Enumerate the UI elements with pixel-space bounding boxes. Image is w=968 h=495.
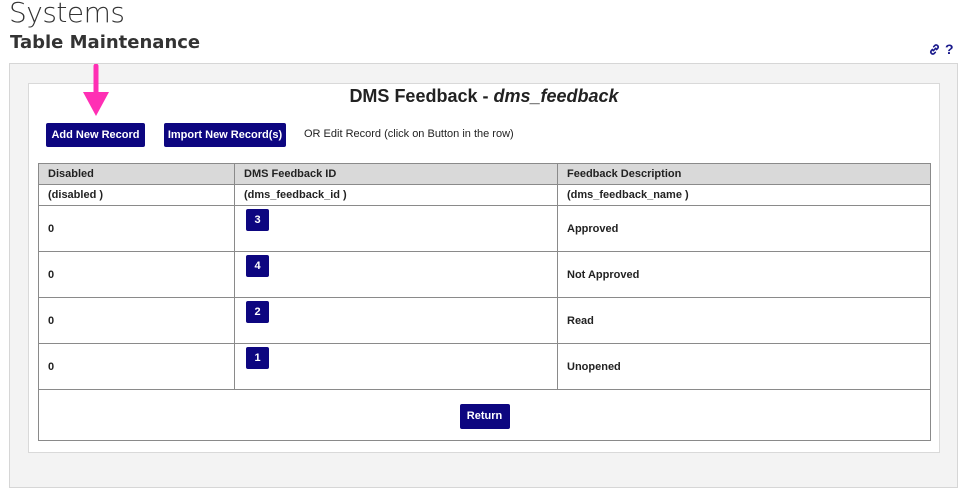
field-name-row: (disabled ) (dms_feedback_id ) (dms_feed… <box>38 184 931 206</box>
cell-description: Approved <box>557 205 931 252</box>
cell-disabled: 0 <box>38 251 235 298</box>
top-icons: ? <box>928 41 954 57</box>
cell-description: Not Approved <box>557 251 931 298</box>
cell-description: Unopened <box>557 343 931 390</box>
panel-heading: DMS Feedback - dms_feedback <box>0 86 968 107</box>
table-row: 0 3 Approved <box>38 205 931 252</box>
edit-record-button[interactable]: 4 <box>246 254 269 277</box>
table-header-row: Disabled DMS Feedback ID Feedback Descri… <box>38 163 931 185</box>
table-row: 0 4 Not Approved <box>38 251 931 298</box>
table-footer-row: Return <box>38 389 931 441</box>
edit-note: OR Edit Record (click on Button in the r… <box>304 128 514 140</box>
cell-id: 4 <box>234 251 558 298</box>
column-header-description: Feedback Description <box>557 163 931 185</box>
panel-heading-prefix: DMS Feedback - <box>349 86 494 106</box>
cell-disabled: 0 <box>38 297 235 344</box>
add-new-record-button[interactable]: Add New Record <box>46 123 145 147</box>
pointer-arrow-icon <box>83 64 109 116</box>
column-header-disabled: Disabled <box>38 163 235 185</box>
return-button[interactable]: Return <box>459 403 510 429</box>
link-icon[interactable] <box>928 43 941 56</box>
help-icon[interactable]: ? <box>945 41 954 57</box>
page-subtitle: Table Maintenance <box>10 32 201 53</box>
records-table: Disabled DMS Feedback ID Feedback Descri… <box>38 163 931 441</box>
cell-id: 3 <box>234 205 558 252</box>
cell-id: 1 <box>234 343 558 390</box>
table-row: 0 2 Read <box>38 297 931 344</box>
footer-cell: Return <box>38 389 931 441</box>
cell-description: Read <box>557 297 931 344</box>
table-row: 0 1 Unopened <box>38 343 931 390</box>
field-name-disabled: (disabled ) <box>38 184 235 206</box>
cell-disabled: 0 <box>38 205 235 252</box>
field-name-id: (dms_feedback_id ) <box>234 184 558 206</box>
panel-heading-table: dms_feedback <box>493 86 619 106</box>
column-header-id: DMS Feedback ID <box>234 163 558 185</box>
cell-disabled: 0 <box>38 343 235 390</box>
cell-id: 2 <box>234 297 558 344</box>
import-records-button[interactable]: Import New Record(s) <box>164 123 286 147</box>
edit-record-button[interactable]: 1 <box>246 346 269 369</box>
edit-record-button[interactable]: 2 <box>246 300 269 323</box>
page-title: Systems <box>9 0 125 29</box>
field-name-description: (dms_feedback_name ) <box>557 184 931 206</box>
edit-record-button[interactable]: 3 <box>246 208 269 231</box>
